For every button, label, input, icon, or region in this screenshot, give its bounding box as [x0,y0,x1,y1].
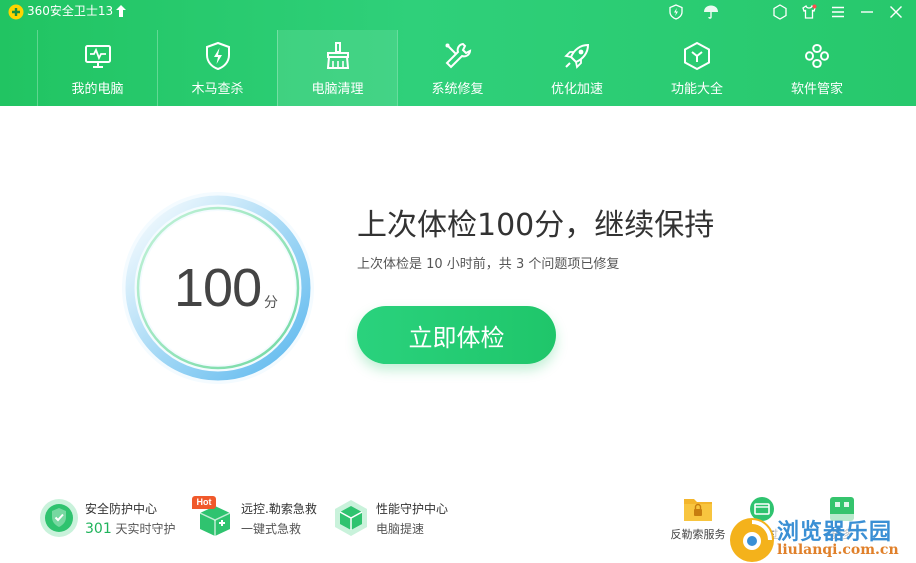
watermark-url: liulanqi.com.cn [777,542,899,558]
header-bar: 360安全卫士13 我的电脑 木马查杀 电脑清理 系统修复 优化加速 功能大全 … [0,0,916,106]
minimize-icon[interactable] [857,2,877,22]
wrench-icon [441,39,475,73]
rocket-icon [560,39,594,73]
feature-security-center[interactable]: 安全防护中心 301 天实时守护 [39,497,189,541]
hot-badge: Hot [192,496,216,509]
result-headline: 上次体检100分，继续保持 [357,208,715,243]
feature-subtitle: 301 天实时守护 [85,521,176,537]
nav-label: 电脑清理 [311,82,364,97]
menu-icon[interactable] [828,2,848,22]
close-icon[interactable] [886,2,906,22]
result-subline: 上次体检是 10 小时前，共 3 个问题项已修复 [357,257,620,272]
nav-label: 软件管家 [790,82,843,97]
scan-now-button[interactable]: 立即体检 [357,306,556,364]
cube-icon [680,39,714,73]
app-logo-icon [8,4,24,20]
broom-icon [321,39,355,73]
nav-item-cleanup[interactable]: 电脑清理 [277,30,397,106]
shield-bolt-icon [201,39,235,73]
nav-label: 优化加速 [550,82,603,97]
monitor-icon [81,39,115,73]
feature-subtitle: 电脑提速 [376,522,425,536]
feature-subtitle: 一键式急救 [241,522,302,536]
folder-lock-icon [684,499,712,521]
nav-item-my-computer[interactable]: 我的电脑 [37,30,157,106]
guard-days-label: 天实时守护 [111,522,176,536]
feature-title: 远控.勒索急救 [241,502,317,516]
tool-label: 反勒索服务 [670,528,726,541]
nav-label: 我的电脑 [71,82,124,97]
nav-item-trojan-scan[interactable]: 木马查杀 [157,30,277,106]
nav-item-software-manager[interactable]: 软件管家 [757,30,877,106]
tshirt-icon[interactable] [799,2,819,22]
nav-label: 系统修复 [431,82,484,97]
tool-anti-ransom[interactable]: 反勒索服务 [664,496,732,546]
nav-item-speedup[interactable]: 优化加速 [517,30,637,106]
app-title: 360安全卫士13 [27,4,114,18]
performance-cube-icon [335,500,367,536]
feature-title: 性能守护中心 [376,502,449,516]
nav-label: 木马查杀 [191,82,244,97]
main-nav: 我的电脑 木马查杀 电脑清理 系统修复 优化加速 功能大全 软件管家 [37,30,877,106]
speed-shield-icon[interactable] [666,2,686,22]
upgrade-arrow-icon[interactable] [116,5,126,17]
skin-icon[interactable] [770,2,790,22]
shield-green-icon [40,499,78,537]
flower-icon [800,39,834,73]
nav-item-features[interactable]: 功能大全 [637,30,757,106]
score-unit: 分 [264,295,278,311]
score-value: 100 [174,258,262,318]
feature-performance-center[interactable]: 性能守护中心 电脑提速 [331,497,461,541]
title-bar: 360安全卫士13 [0,0,916,24]
guard-days-count: 301 [85,521,112,537]
feature-title: 安全防护中心 [85,502,158,516]
umbrella-icon[interactable] [701,2,721,22]
nav-label: 功能大全 [670,82,723,97]
nav-item-system-repair[interactable]: 系统修复 [397,30,517,106]
